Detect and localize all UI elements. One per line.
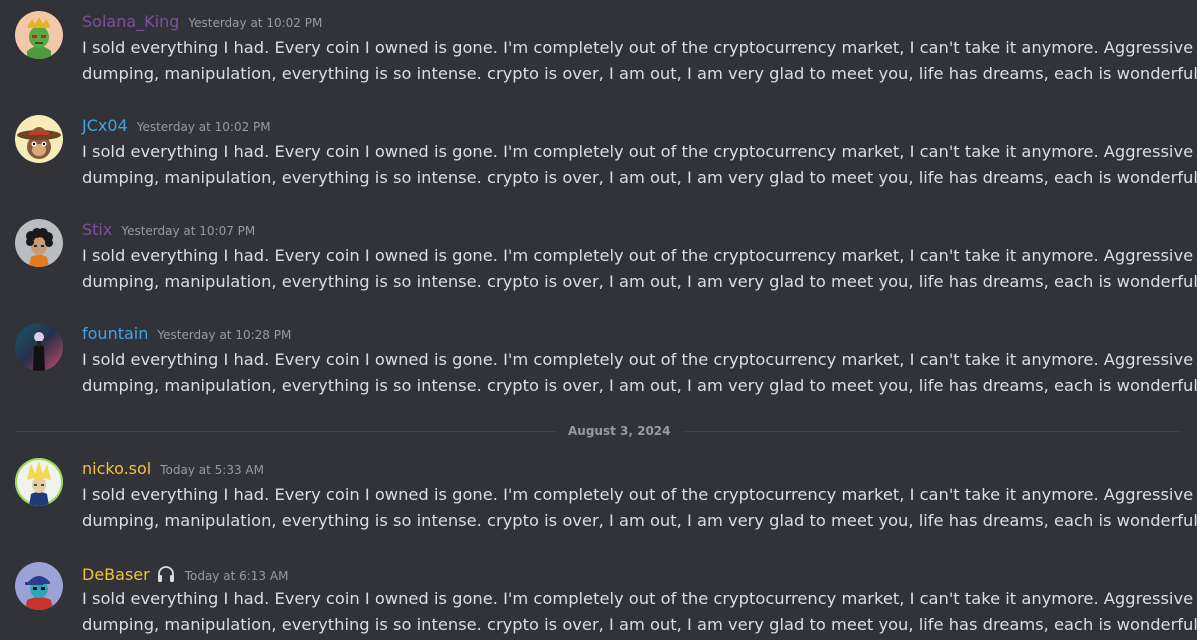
crowned-frog-avatar-icon[interactable] [15, 11, 63, 59]
sombrero-monkey-avatar-icon[interactable] [15, 115, 63, 163]
timestamp[interactable]: Yesterday at 10:07 PM [121, 220, 255, 242]
message-line: dumping, manipulation, everything is so … [82, 615, 1197, 634]
username[interactable]: DeBaser [82, 564, 150, 586]
capped-character-avatar-icon[interactable] [15, 562, 63, 610]
message-item: nicko.sol Today at 5:33 AM I sold everyt… [0, 458, 1197, 538]
message-header: Solana_King Yesterday at 10:02 PM [82, 11, 322, 33]
timestamp[interactable]: Yesterday at 10:02 PM [137, 116, 271, 138]
username[interactable]: Stix [82, 219, 112, 241]
message-line: I sold everything I had. Every coin I ow… [82, 350, 1194, 369]
message-item: JCx04 Yesterday at 10:02 PM I sold every… [0, 115, 1197, 195]
message-header: Stix Yesterday at 10:07 PM [82, 219, 255, 241]
dark-figure-avatar-icon[interactable] [15, 323, 63, 371]
message-line: dumping, manipulation, everything is so … [82, 272, 1197, 291]
message-item: Stix Yesterday at 10:07 PM I sold everyt… [0, 219, 1197, 299]
username[interactable]: Solana_King [82, 11, 179, 33]
message-item: Solana_King Yesterday at 10:02 PM I sold… [0, 11, 1197, 91]
message-content: I sold everything I had. Every coin I ow… [82, 347, 1197, 399]
timestamp[interactable]: Today at 6:13 AM [185, 565, 289, 587]
message-item: DeBaser Today at 6:13 AM I sold everythi… [0, 562, 1197, 640]
message-line: dumping, manipulation, everything is so … [82, 511, 1197, 530]
message-line: dumping, manipulation, everything is so … [82, 64, 1197, 83]
message-content: I sold everything I had. Every coin I ow… [82, 482, 1197, 534]
message-content: I sold everything I had. Every coin I ow… [82, 586, 1197, 638]
username[interactable]: JCx04 [82, 115, 128, 137]
timestamp[interactable]: Yesterday at 10:02 PM [188, 12, 322, 34]
message-line: I sold everything I had. Every coin I ow… [82, 485, 1194, 504]
message-header: fountain Yesterday at 10:28 PM [82, 323, 291, 345]
username[interactable]: nicko.sol [82, 458, 151, 480]
timestamp[interactable]: Yesterday at 10:28 PM [157, 324, 291, 346]
message-item: fountain Yesterday at 10:28 PM I sold ev… [0, 323, 1197, 403]
message-content: I sold everything I had. Every coin I ow… [82, 243, 1197, 295]
message-header: nicko.sol Today at 5:33 AM [82, 458, 264, 480]
message-content: I sold everything I had. Every coin I ow… [82, 35, 1197, 87]
username[interactable]: fountain [82, 323, 148, 345]
message-line: dumping, manipulation, everything is so … [82, 168, 1197, 187]
chat-message-list: Solana_King Yesterday at 10:02 PM I sold… [0, 0, 1197, 640]
message-line: I sold everything I had. Every coin I ow… [82, 38, 1194, 57]
message-header: JCx04 Yesterday at 10:02 PM [82, 115, 271, 137]
message-line: dumping, manipulation, everything is so … [82, 376, 1197, 395]
message-line: I sold everything I had. Every coin I ow… [82, 589, 1194, 608]
anime-spiky-hair-avatar-icon[interactable] [15, 458, 63, 506]
message-header: DeBaser Today at 6:13 AM [82, 562, 288, 584]
message-content: I sold everything I had. Every coin I ow… [82, 139, 1197, 191]
timestamp[interactable]: Today at 5:33 AM [160, 459, 264, 481]
message-line: I sold everything I had. Every coin I ow… [82, 142, 1194, 161]
message-line: I sold everything I had. Every coin I ow… [82, 246, 1194, 265]
headphones-icon [156, 565, 176, 583]
curly-hair-character-avatar-icon[interactable] [15, 219, 63, 267]
date-divider-label: August 3, 2024 [556, 423, 683, 439]
